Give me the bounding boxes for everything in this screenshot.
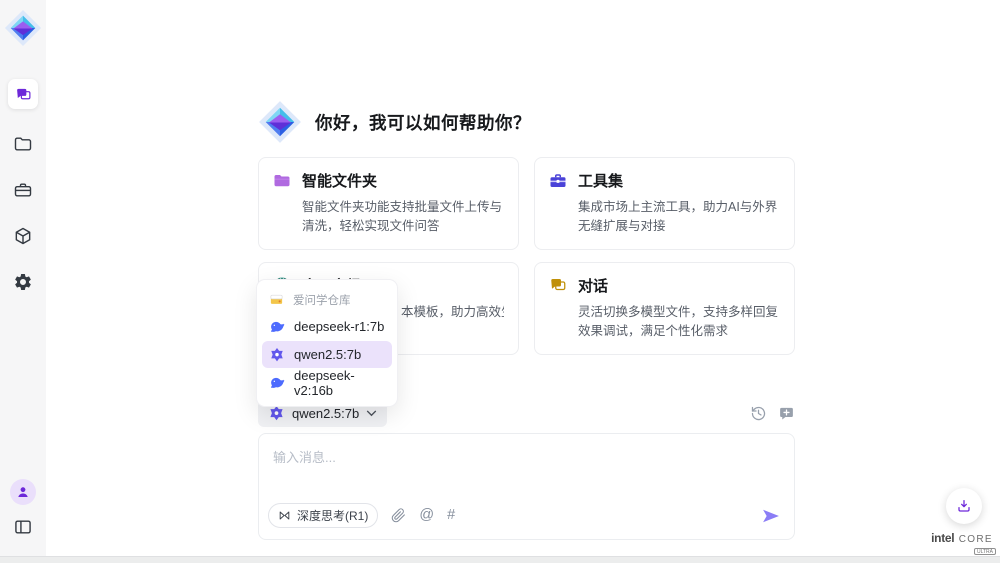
card-title: 工具集 xyxy=(578,170,623,191)
deep-think-toggle[interactable]: 深度思考(R1) xyxy=(268,503,378,528)
model-option-deepseek-r1[interactable]: deepseek-r1:7b xyxy=(257,313,397,340)
sidebar-item-settings[interactable] xyxy=(12,271,34,293)
prompt-hash-button[interactable]: # xyxy=(447,508,455,523)
message-input[interactable] xyxy=(259,434,794,492)
greeting-title: 你好，我可以如何帮助你？ xyxy=(315,110,531,135)
gear-icon xyxy=(13,272,33,292)
history-button[interactable] xyxy=(750,405,767,422)
card-toolset[interactable]: 工具集 集成市场上主流工具，助力AI与外界无缝扩展与对接 xyxy=(534,157,795,250)
mention-button[interactable]: @ xyxy=(419,508,434,523)
new-chat-button[interactable] xyxy=(778,405,795,422)
model-dropdown: 爱问学仓库 deepseek-r1:7b qwen2.5:7b xyxy=(256,279,398,407)
app-window: 你好，我可以如何帮助你？ 智能文件夹 智能文件夹功能支持批量文件上传与清洗，轻松… xyxy=(0,0,1000,563)
composer-toolbar: 深度思考(R1) @ # xyxy=(268,503,781,528)
user-icon xyxy=(15,484,31,500)
sidebar-item-models[interactable] xyxy=(12,225,34,247)
card-description: 灵活切换多模型文件，支持多样回复效果调试，满足个性化需求 xyxy=(578,303,780,342)
sidebar-item-toolbox[interactable] xyxy=(12,179,34,201)
briefcase-icon xyxy=(13,180,33,200)
conversation-actions xyxy=(750,405,795,422)
deepseek-whale-icon xyxy=(269,319,285,335)
card-description: 智能文件夹功能支持批量文件上传与清洗，轻松实现文件问答 xyxy=(302,198,504,237)
card-description-partial: 本模板，助力高效生成多 xyxy=(401,303,504,322)
sidebar-item-chat[interactable] xyxy=(8,79,38,109)
card-title: 对话 xyxy=(578,275,608,296)
download-icon xyxy=(956,498,972,514)
message-composer: 深度思考(R1) @ # xyxy=(258,433,795,540)
toolbox-icon xyxy=(549,172,567,190)
model-option-qwen[interactable]: qwen2.5:7b xyxy=(262,341,392,368)
chevron-down-icon xyxy=(366,410,377,417)
intel-core-logo: intel core ultra xyxy=(922,529,1000,555)
deep-think-icon xyxy=(278,509,291,522)
sidebar-bottom xyxy=(10,479,36,556)
download-button[interactable] xyxy=(946,488,982,524)
sidebar-nav xyxy=(8,79,38,293)
greeting: 你好，我可以如何帮助你？ xyxy=(258,100,531,144)
user-avatar[interactable] xyxy=(10,479,36,505)
qwen-logo-icon xyxy=(268,405,285,422)
card-chat[interactable]: 对话 灵活切换多模型文件，支持多样回复效果调试，满足个性化需求 xyxy=(534,262,795,355)
model-selector-value: qwen2.5:7b xyxy=(292,406,359,421)
deepseek-whale-icon xyxy=(269,375,285,391)
card-title: 智能文件夹 xyxy=(302,170,377,191)
sidebar xyxy=(0,0,46,556)
send-button[interactable] xyxy=(761,506,781,526)
attachment-button[interactable] xyxy=(391,508,406,523)
gold-chat-icon xyxy=(549,276,567,294)
qwen-logo-icon xyxy=(269,347,285,363)
card-smart-folder[interactable]: 智能文件夹 智能文件夹功能支持批量文件上传与清洗，轻松实现文件问答 xyxy=(258,157,519,250)
model-group-header: 爱问学仓库 xyxy=(257,287,397,312)
model-option-deepseek-v2[interactable]: deepseek-v2:16b xyxy=(257,369,397,396)
purple-folder-icon xyxy=(273,172,291,190)
window-bottom-edge xyxy=(0,556,1000,563)
intel-ultra-badge: ultra xyxy=(974,548,996,555)
chat-icon xyxy=(15,86,32,103)
panel-toggle-icon xyxy=(13,517,33,537)
repo-icon xyxy=(269,292,285,308)
panel-toggle-button[interactable] xyxy=(12,516,34,538)
folder-icon xyxy=(13,134,33,154)
card-description: 集成市场上主流工具，助力AI与外界无缝扩展与对接 xyxy=(578,198,780,237)
cube-icon xyxy=(13,226,33,246)
app-logo-icon[interactable] xyxy=(4,9,42,47)
sidebar-item-folders[interactable] xyxy=(12,133,34,155)
assistant-logo-icon xyxy=(258,100,302,144)
